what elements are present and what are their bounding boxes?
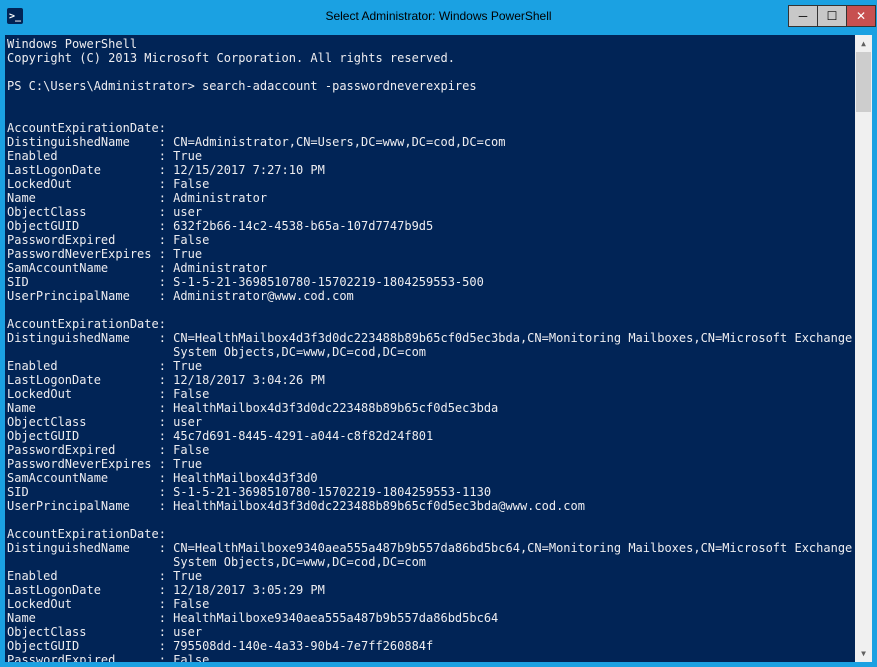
minimize-button[interactable]: ─ [788, 5, 818, 27]
scroll-up-button[interactable]: ▲ [855, 35, 872, 52]
scroll-track[interactable] [855, 52, 872, 645]
console-output: Windows PowerShell Copyright (C) 2013 Mi… [7, 37, 870, 662]
titlebar[interactable]: >_ Select Administrator: Windows PowerSh… [1, 1, 876, 31]
scroll-down-button[interactable]: ▼ [855, 645, 872, 662]
window-title: Select Administrator: Windows PowerShell [0, 9, 877, 23]
console[interactable]: Windows PowerShell Copyright (C) 2013 Mi… [5, 35, 872, 662]
powershell-icon: >_ [7, 8, 23, 24]
client-area: Windows PowerShell Copyright (C) 2013 Mi… [1, 31, 876, 666]
close-button[interactable]: ✕ [846, 5, 876, 27]
scroll-thumb[interactable] [856, 52, 871, 112]
window-controls: ─ ☐ ✕ [789, 5, 876, 27]
maximize-button[interactable]: ☐ [817, 5, 847, 27]
vertical-scrollbar[interactable]: ▲ ▼ [855, 35, 872, 662]
powershell-window: >_ Select Administrator: Windows PowerSh… [0, 0, 877, 667]
